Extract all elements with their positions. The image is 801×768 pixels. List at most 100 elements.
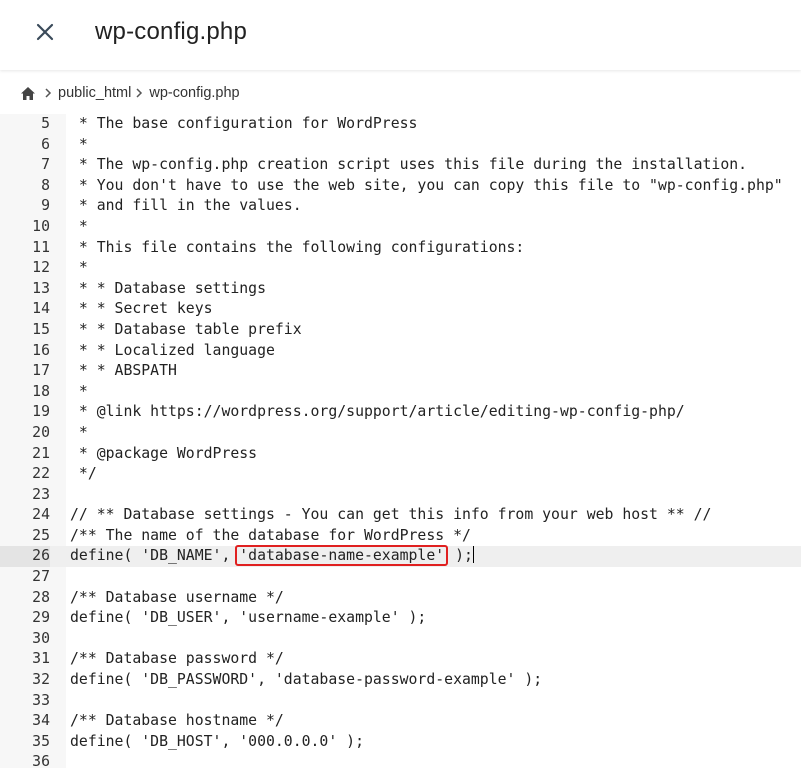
code-text[interactable]: * and fill in the values. xyxy=(70,196,302,217)
code-line[interactable]: 35 define( 'DB_HOST', '000.0.0.0' ); xyxy=(0,732,801,753)
code-text-segment: ); xyxy=(446,547,473,565)
code-line[interactable]: 16 * * Localized language xyxy=(0,341,801,362)
editor-header: wp-config.php xyxy=(0,0,801,70)
code-text[interactable]: // ** Database settings - You can get th… xyxy=(70,505,711,526)
code-text[interactable]: * * Database table prefix xyxy=(70,320,302,341)
line-number: 20 xyxy=(32,423,50,441)
code-text[interactable]: * xyxy=(70,217,88,238)
code-text-segment: * @link https://wordpress.org/support/ar… xyxy=(70,403,685,421)
code-text-segment: * The base configuration for WordPress xyxy=(70,115,418,132)
code-line[interactable]: 23 xyxy=(0,485,801,506)
code-text-segment: * xyxy=(70,135,88,153)
code-line[interactable]: 18 * xyxy=(0,382,801,403)
code-text-segment: * * Database table prefix xyxy=(70,320,302,338)
code-text[interactable]: define( 'DB_USER', 'username-example' ); xyxy=(70,608,426,629)
code-text[interactable]: * * ABSPATH xyxy=(70,361,177,382)
chevron-right-icon xyxy=(135,87,143,99)
code-text-segment: * xyxy=(70,217,88,235)
code-text-segment: define( 'DB_USER', 'username-example' ); xyxy=(70,609,427,627)
code-text[interactable]: * The wp-config.php creation script uses… xyxy=(70,155,747,176)
code-line[interactable]: 10 * xyxy=(0,217,801,238)
line-number: 11 xyxy=(32,238,50,256)
code-line[interactable]: 34 /** Database hostname */ xyxy=(0,711,801,732)
code-text[interactable]: * xyxy=(70,423,88,444)
line-number: 32 xyxy=(32,671,50,689)
line-number: 17 xyxy=(32,362,50,380)
code-line[interactable]: 29 define( 'DB_USER', 'username-example' … xyxy=(0,608,801,629)
code-line[interactable]: 30 xyxy=(0,629,801,650)
code-line[interactable]: 24 // ** Database settings - You can get … xyxy=(0,505,801,526)
code-line[interactable]: 25 /** The name of the database for WordP… xyxy=(0,526,801,547)
line-number: 23 xyxy=(32,485,50,503)
code-line[interactable]: 22 */ xyxy=(0,464,801,485)
code-text[interactable]: /** Database username */ xyxy=(70,588,284,609)
code-text-segment: * This file contains the following confi… xyxy=(70,238,525,256)
close-icon[interactable] xyxy=(34,21,56,43)
code-line[interactable]: 8 * You don't have to use the web site, … xyxy=(0,176,801,197)
line-number: 33 xyxy=(32,691,50,709)
code-line[interactable]: 28 /** Database username */ xyxy=(0,588,801,609)
breadcrumb-item-public-html[interactable]: public_html xyxy=(58,85,131,101)
code-text[interactable]: /** Database password */ xyxy=(70,649,284,670)
code-line[interactable]: 31 /** Database password */ xyxy=(0,649,801,670)
code-text-segment: * and fill in the values. xyxy=(70,197,302,215)
code-line[interactable]: 15 * * Database table prefix xyxy=(0,320,801,341)
line-number: 30 xyxy=(32,629,50,647)
code-text[interactable]: define( 'DB_HOST', '000.0.0.0' ); xyxy=(70,732,364,753)
code-text[interactable]: */ xyxy=(70,464,97,485)
line-number: 6 xyxy=(41,135,50,153)
code-text-segment: define( 'DB_PASSWORD', 'database-passwor… xyxy=(70,671,543,689)
code-text[interactable]: * This file contains the following confi… xyxy=(70,238,524,259)
code-text[interactable]: * @link https://wordpress.org/support/ar… xyxy=(70,402,685,423)
line-number: 12 xyxy=(32,259,50,277)
line-number: 15 xyxy=(32,320,50,338)
code-text-segment: // ** Database settings - You can get th… xyxy=(70,506,712,524)
code-editor[interactable]: 5 * The base configuration for WordPress… xyxy=(0,114,801,768)
code-area[interactable]: 5 * The base configuration for WordPress… xyxy=(0,114,801,768)
highlighted-db-name-value[interactable]: 'database-name-example' xyxy=(235,545,449,567)
code-text[interactable]: /** The name of the database for WordPre… xyxy=(70,526,471,547)
code-line[interactable]: 13 * * Database settings xyxy=(0,279,801,300)
code-text-segment: /** Database username */ xyxy=(70,588,284,606)
code-line[interactable]: 33 xyxy=(0,691,801,712)
code-line[interactable]: 20 * xyxy=(0,423,801,444)
code-line[interactable]: 32 define( 'DB_PASSWORD', 'database-passw… xyxy=(0,670,801,691)
code-text-segment: * xyxy=(70,259,88,277)
code-text[interactable]: * * Localized language xyxy=(70,341,275,362)
code-text[interactable]: * The base configuration for WordPress xyxy=(70,114,418,135)
line-number: 31 xyxy=(32,650,50,668)
code-text[interactable]: * You don't have to use the web site, yo… xyxy=(70,176,783,197)
code-text[interactable]: * * Database settings xyxy=(70,279,266,300)
line-number: 34 xyxy=(32,712,50,730)
code-line[interactable]: 6 * xyxy=(0,135,801,156)
code-line[interactable]: 14 * * Secret keys xyxy=(0,299,801,320)
code-line[interactable]: 12 * xyxy=(0,258,801,279)
code-line[interactable]: 26 define( 'DB_NAME', 'database-name-exam… xyxy=(0,545,801,568)
code-text-segment: /** Database password */ xyxy=(70,650,284,668)
code-line[interactable]: 27 xyxy=(0,567,801,588)
code-text[interactable]: * xyxy=(70,382,88,403)
code-text[interactable]: /** Database hostname */ xyxy=(70,711,284,732)
code-line[interactable]: 21 * @package WordPress xyxy=(0,444,801,465)
code-text-segment: * * Secret keys xyxy=(70,300,213,318)
line-number: 13 xyxy=(32,279,50,297)
code-text[interactable]: define( 'DB_PASSWORD', 'database-passwor… xyxy=(70,670,542,691)
code-text[interactable]: * xyxy=(70,258,88,279)
code-text[interactable]: * @package WordPress xyxy=(70,444,257,465)
line-number: 5 xyxy=(41,115,50,132)
breadcrumb-item-wp-config[interactable]: wp-config.php xyxy=(149,85,239,101)
code-text[interactable]: * * Secret keys xyxy=(70,299,213,320)
code-line[interactable]: 36 xyxy=(0,752,801,768)
code-line[interactable]: 7 * The wp-config.php creation script us… xyxy=(0,155,801,176)
code-text[interactable]: * xyxy=(70,135,88,156)
code-line[interactable]: 11 * This file contains the following co… xyxy=(0,238,801,259)
code-line[interactable]: 9 * and fill in the values. xyxy=(0,196,801,217)
code-line[interactable]: 19 * @link https://wordpress.org/support… xyxy=(0,402,801,423)
line-number: 16 xyxy=(32,341,50,359)
line-number: 24 xyxy=(32,506,50,524)
home-icon[interactable] xyxy=(20,86,36,101)
code-line[interactable]: 17 * * ABSPATH xyxy=(0,361,801,382)
code-text-segment: define( 'DB_NAME', xyxy=(70,547,240,565)
code-text[interactable]: define( 'DB_NAME', 'database-name-exampl… xyxy=(70,545,474,567)
code-line[interactable]: 5 * The base configuration for WordPress xyxy=(0,114,801,135)
